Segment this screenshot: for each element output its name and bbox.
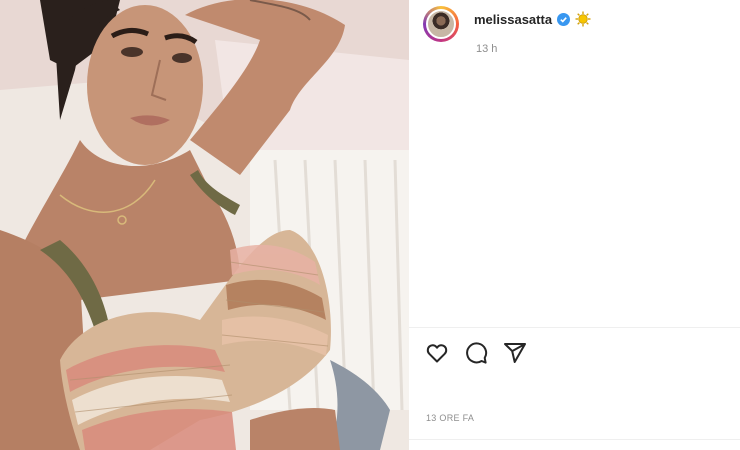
profile-avatar[interactable] (426, 9, 456, 39)
divider (409, 327, 740, 328)
photo-illustration (0, 0, 409, 450)
comment-icon (466, 342, 488, 364)
divider (409, 439, 740, 440)
post-side-panel: melissasatta 13 h 13 ORE FA (409, 0, 740, 450)
post-time-short: 13 h (476, 43, 498, 55)
like-button[interactable] (425, 341, 449, 365)
post-photo[interactable] (0, 0, 409, 450)
profile-avatar-ring[interactable] (423, 6, 459, 42)
post-header: melissasatta (474, 11, 591, 27)
comment-button[interactable] (464, 341, 488, 365)
post-actions (425, 341, 527, 365)
verified-badge-icon (557, 12, 571, 26)
username-link[interactable]: melissasatta (474, 12, 552, 27)
heart-icon (426, 344, 448, 363)
paper-plane-icon (504, 343, 526, 363)
sun-emoji-icon (575, 11, 591, 27)
post-time-long: 13 ORE FA (426, 413, 475, 423)
share-button[interactable] (503, 341, 527, 365)
